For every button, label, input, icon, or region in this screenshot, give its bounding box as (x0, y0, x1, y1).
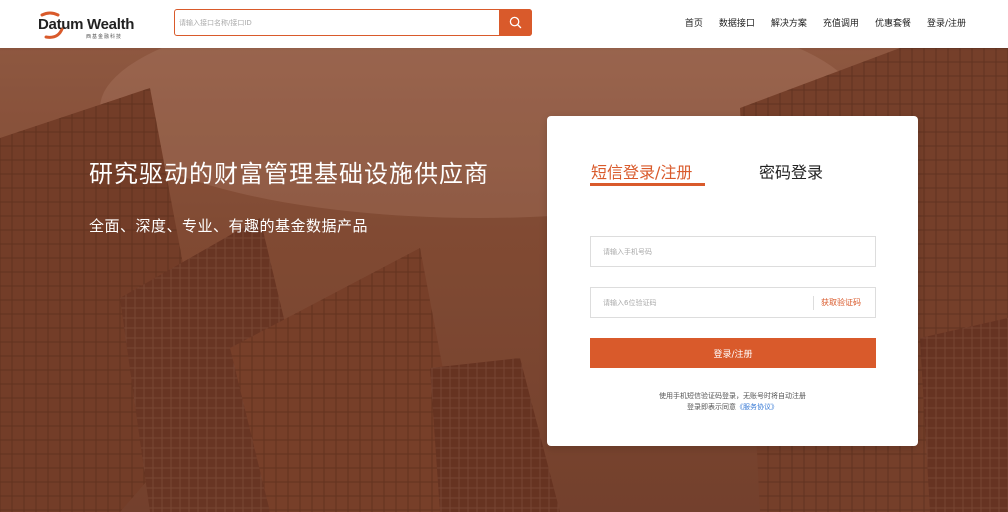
nav-recharge[interactable]: 充值调用 (823, 16, 859, 29)
main-nav: 首页 数据接口 解决方案 充值调用 优惠套餐 登录/注册 (669, 16, 966, 29)
login-register-button[interactable]: 登录/注册 (590, 338, 876, 368)
active-tab-indicator (590, 183, 705, 186)
nav-home[interactable]: 首页 (685, 16, 703, 29)
login-hint: 使用手机短信验证码登录，无账号时将自动注册 (659, 392, 806, 400)
search-icon (509, 16, 522, 29)
code-field: 获取验证码 (590, 287, 876, 318)
phone-input[interactable] (591, 237, 873, 266)
divider (813, 296, 814, 310)
hero-title: 研究驱动的财富管理基础设施供应商 (89, 160, 489, 188)
tab-sms-login[interactable]: 短信登录/注册 (591, 159, 692, 183)
agreement-hint: 登录即表示同意《服务协议》 (547, 402, 918, 412)
service-agreement-link[interactable]: 《服务协议》 (736, 403, 778, 411)
search-box (174, 9, 532, 36)
get-code-button[interactable]: 获取验证码 (821, 297, 861, 308)
nav-data-api[interactable]: 数据接口 (719, 16, 755, 29)
search-button[interactable] (499, 9, 532, 36)
login-card: 短信登录/注册 密码登录 获取验证码 登录/注册 使用手机短信验证码登录，无账号… (547, 116, 918, 446)
nav-login-register[interactable]: 登录/注册 (927, 16, 966, 29)
logo-text: Datum Wealth (38, 16, 135, 33)
hero-subtitle: 全面、深度、专业、有趣的基金数据产品 (89, 217, 369, 235)
tab-password-login[interactable]: 密码登录 (759, 159, 823, 183)
phone-field (590, 236, 876, 267)
agreement-prefix: 登录即表示同意 (687, 403, 736, 411)
nav-packages[interactable]: 优惠套餐 (875, 16, 911, 29)
search-input[interactable] (175, 10, 503, 35)
top-header: Datum Wealth 西基金融科技 首页 数据接口 解决方案 充值调用 优惠… (0, 0, 1008, 48)
code-input[interactable] (591, 288, 803, 317)
logo[interactable]: Datum Wealth 西基金融科技 (36, 11, 136, 40)
logo-subtext: 西基金融科技 (86, 34, 123, 40)
nav-solutions[interactable]: 解决方案 (771, 16, 807, 29)
